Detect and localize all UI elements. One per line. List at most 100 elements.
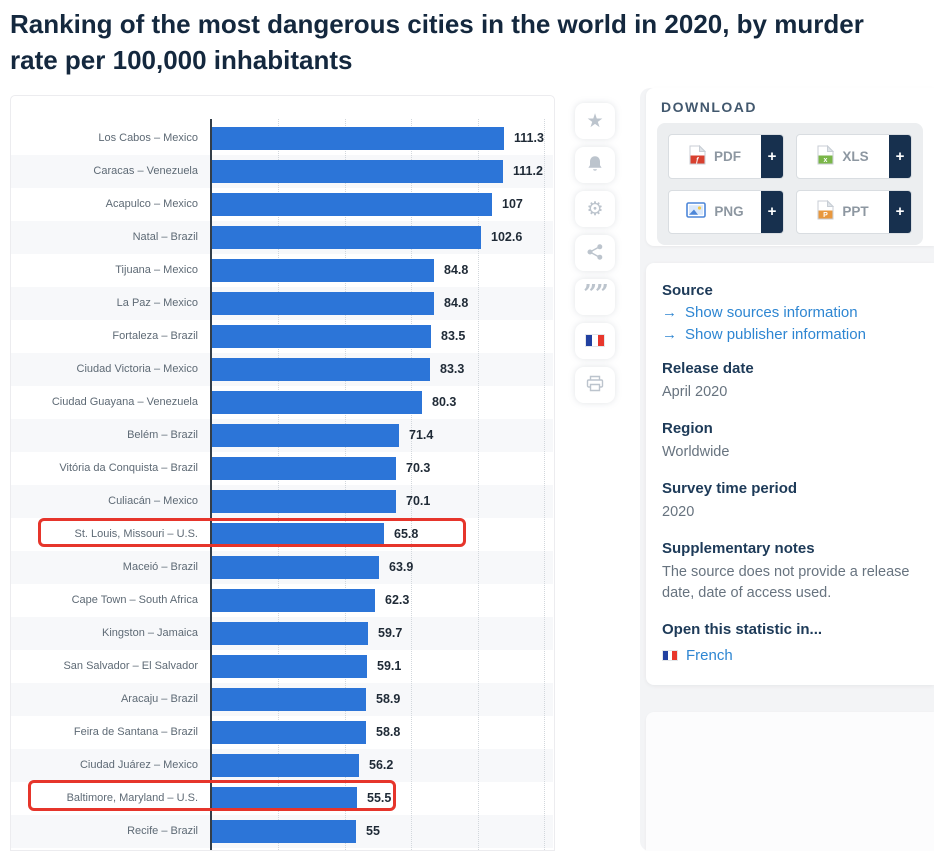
bar-track: 107	[210, 188, 553, 221]
chart-bar[interactable]	[212, 358, 430, 381]
category-label: Caracas – Venezuela	[93, 165, 198, 177]
download-format-label: PDF	[714, 148, 741, 164]
chart-bar[interactable]	[212, 721, 366, 744]
share-button[interactable]	[575, 235, 615, 271]
chart-bar[interactable]	[212, 127, 504, 150]
value-label: 111.3	[514, 131, 544, 145]
category-label: San Salvador – El Salvador	[63, 660, 198, 672]
bell-icon	[587, 155, 603, 176]
chart-bar[interactable]	[212, 424, 399, 447]
source-link-label: Show publisher information	[685, 326, 866, 343]
category-label: La Paz – Mexico	[116, 297, 198, 309]
chart-row: La Paz – Mexico 84.8	[11, 287, 553, 320]
chart-bar[interactable]	[212, 292, 434, 315]
chart-row: Feira de Santana – Brazil 58.8	[11, 716, 553, 749]
chart-bar[interactable]	[212, 226, 481, 249]
category-label: Tijuana – Mexico	[115, 264, 198, 276]
supplementary-notes-heading: Supplementary notes	[662, 540, 815, 557]
favorite-button[interactable]: ★	[575, 103, 615, 139]
value-label: 83.3	[440, 362, 465, 376]
add-to-download-plus[interactable]: +	[761, 135, 783, 178]
chart-row: Aracaju – Brazil 58.9	[11, 683, 553, 716]
chart-row: Ciudad Juárez – Mexico 56.2	[11, 749, 553, 782]
bar-track: 63.9	[210, 551, 553, 584]
chart-bar[interactable]	[212, 160, 503, 183]
chart-bar[interactable]	[212, 589, 375, 612]
french-version-button[interactable]	[575, 323, 615, 359]
print-button[interactable]	[575, 367, 615, 403]
settings-button[interactable]: ⚙	[575, 191, 615, 227]
chart-bar[interactable]	[212, 754, 359, 777]
chart-row: Los Cabos – Mexico 111.3	[11, 122, 553, 155]
cite-button[interactable]: ””	[575, 279, 615, 315]
category-label: Maceió – Brazil	[122, 561, 198, 573]
download-format-label: PPT	[842, 204, 869, 220]
svg-text:P: P	[823, 212, 828, 219]
chart-bar[interactable]	[212, 325, 431, 348]
chart-bar[interactable]	[212, 259, 434, 282]
add-to-download-plus[interactable]: +	[889, 135, 911, 178]
bar-track: 102.6	[210, 221, 553, 254]
chart-bar[interactable]	[212, 820, 356, 843]
chart-row: Cape Town – South Africa 62.3	[11, 584, 553, 617]
notifications-button[interactable]	[575, 147, 615, 183]
add-to-download-plus[interactable]: +	[889, 190, 911, 233]
chart-bar[interactable]	[212, 655, 367, 678]
chart-bar[interactable]	[212, 391, 422, 414]
french-version-link[interactable]: French	[662, 647, 916, 664]
source-link-label: Show sources information	[685, 304, 858, 321]
value-label: 70.3	[406, 461, 431, 475]
chart-panel: Los Cabos – Mexico 111.3 Caracas – Venezue…	[10, 95, 555, 851]
ppt-file-icon: P	[817, 200, 835, 223]
action-rail: ★ ⚙ ””	[575, 103, 615, 411]
chart-row: Tijuana – Mexico 84.8	[11, 254, 553, 287]
category-label: Natal – Brazil	[132, 231, 198, 243]
chart-row: St. Louis, Missouri – U.S. 65.8	[11, 518, 553, 551]
release-date-value: April 2020	[662, 384, 728, 400]
bar-track: 62.3	[210, 584, 553, 617]
bar-track: 83.3	[210, 353, 553, 386]
value-label: 70.1	[406, 494, 431, 508]
show-publisher-link[interactable]: → Show publisher information	[662, 326, 916, 343]
chart-row: Maceió – Brazil 63.9	[11, 551, 553, 584]
download-heading: DOWNLOAD	[661, 99, 757, 115]
chart-bar[interactable]	[212, 787, 357, 810]
value-label: 71.4	[409, 428, 434, 442]
chart-row: Kingston – Jamaica 59.7	[11, 617, 553, 650]
download-png-button[interactable]: PNG +	[668, 189, 784, 234]
download-pdf-button[interactable]: ƒ PDF +	[668, 134, 784, 179]
chart-bar[interactable]	[212, 457, 396, 480]
gridline	[544, 119, 545, 850]
chart-bar[interactable]	[212, 490, 396, 513]
value-label: 59.7	[378, 626, 403, 640]
bar-track: 55	[210, 815, 553, 848]
bar-track: 70.1	[210, 485, 553, 518]
category-label: Feira de Santana – Brazil	[73, 726, 198, 738]
bar-track: 80.3	[210, 386, 553, 419]
chart-bar[interactable]	[212, 688, 366, 711]
chart-bar[interactable]	[212, 193, 492, 216]
download-xls-button[interactable]: x XLS +	[796, 134, 912, 179]
bar-track: 55.5	[210, 782, 553, 815]
french-version-label: French	[686, 647, 733, 664]
show-sources-link[interactable]: → Show sources information	[662, 304, 916, 321]
value-label: 55	[366, 824, 380, 838]
chart-bar[interactable]	[212, 556, 379, 579]
bar-track: 58.8	[210, 716, 553, 749]
arrow-right-icon: →	[662, 304, 677, 321]
bar-track: 56.2	[210, 749, 553, 782]
add-to-download-plus[interactable]: +	[761, 190, 783, 233]
chart-bar[interactable]	[212, 622, 368, 645]
category-label: Fortaleza – Brazil	[112, 330, 198, 342]
bar-track: 71.4	[210, 419, 553, 452]
chart-bar[interactable]	[212, 523, 384, 546]
value-label: 58.9	[376, 692, 401, 706]
gear-icon: ⚙	[586, 198, 604, 220]
category-label: Cape Town – South Africa	[71, 594, 198, 606]
bar-track: 111.2	[210, 155, 553, 188]
bar-track: 84.8	[210, 287, 553, 320]
value-label: 55.5	[367, 791, 392, 805]
download-ppt-button[interactable]: P PPT +	[796, 189, 912, 234]
category-label: Recife – Brazil	[127, 825, 198, 837]
source-heading: Source	[662, 282, 713, 299]
